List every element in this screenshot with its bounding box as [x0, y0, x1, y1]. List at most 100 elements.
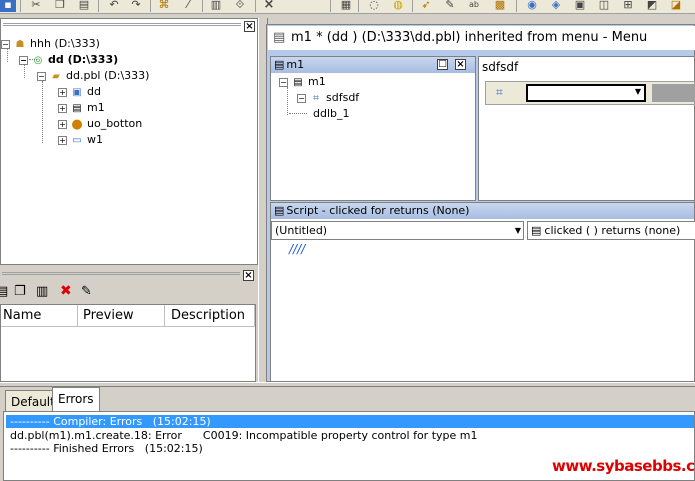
- library-icon: ▰: [52, 70, 60, 82]
- tab-errors[interactable]: Errors: [52, 387, 100, 412]
- list-toolbar: ▤ ❐ ▥ ✖ ✎: [0, 282, 110, 302]
- debug-icon[interactable]: ✎: [442, 0, 458, 12]
- window-icon: ▭: [72, 134, 82, 146]
- tree-node-label: uo_botton: [87, 117, 143, 130]
- script-editor[interactable]: ////: [289, 242, 305, 256]
- app-icon[interactable]: ◩: [644, 0, 660, 12]
- menu-item-root[interactable]: − ▤ m1: [279, 74, 326, 90]
- tree-node-workspace[interactable]: − ☗ hhh (D:\333): [1, 36, 100, 52]
- menu-tree-pane: ▤ m1 □ × − ▤ m1 − ⌗ sdfsdf ddlb_1: [270, 56, 476, 201]
- copy-icon[interactable]: ❐: [52, 0, 68, 12]
- expand-icon[interactable]: +: [58, 87, 67, 97]
- collapse-icon[interactable]: −: [297, 93, 306, 103]
- collapse-icon[interactable]: −: [19, 55, 28, 65]
- output-pane: Default Errors ---------- Compiler: Erro…: [0, 387, 695, 481]
- close-icon[interactable]: ×: [261, 0, 277, 12]
- menu-item-icon: ⌗: [313, 92, 319, 104]
- painter-title-text: m1 * (dd ) (D:\333\dd.pbl) inherited fro…: [291, 30, 648, 45]
- menu-icon: ▤: [273, 30, 286, 45]
- chevron-down-icon: ▼: [634, 87, 641, 96]
- menu-item-ddlb[interactable]: ddlb_1: [313, 106, 350, 122]
- script-pane: ▤ Script - clicked for returns (None) (Un…: [270, 202, 695, 382]
- menu-item-sdfsdf[interactable]: − ⌗ sdfsdf: [297, 90, 359, 106]
- browser-icon[interactable]: ⟐: [232, 0, 248, 12]
- user-object-icon: ●: [71, 116, 83, 132]
- tree-node-w1[interactable]: + ▭ w1: [58, 132, 103, 148]
- profile-icon[interactable]: ▣: [572, 0, 588, 12]
- paste-icon[interactable]: ▤: [76, 0, 92, 12]
- collapse-icon[interactable]: −: [279, 77, 288, 87]
- uncomment-icon[interactable]: ◍: [390, 0, 406, 12]
- script-icon[interactable]: ▥: [208, 0, 224, 12]
- new-icon[interactable]: ▤: [0, 284, 8, 299]
- painter-title: ▤ m1 * (dd ) (D:\333\dd.pbl) inherited fr…: [268, 26, 695, 50]
- tree-node-label: hhh (D:\333): [30, 37, 100, 50]
- copy-icon[interactable]: ❐: [14, 284, 26, 299]
- menu-icon: ▤: [274, 58, 285, 71]
- menu-preview-pane: sdfsdf ⌗ ▼: [478, 56, 695, 201]
- tree-node-label: m1: [87, 101, 105, 114]
- clip-list: Name Preview Description: [0, 304, 256, 382]
- undo-icon[interactable]: ↶: [106, 0, 122, 12]
- output-line[interactable]: dd.pbl(m1).m1.create.18: Error C0019: In…: [10, 429, 478, 442]
- maximize-icon[interactable]: □: [437, 59, 448, 70]
- tree-node-label: dd (D:\333): [48, 53, 119, 66]
- redo-icon[interactable]: ↷: [128, 0, 144, 12]
- workspace-icon: ☗: [15, 38, 25, 50]
- tree-node-label: dd.pbl (D:\333): [66, 69, 150, 82]
- window-icon[interactable]: ◪: [668, 0, 684, 12]
- cut-icon[interactable]: ✂: [28, 0, 44, 12]
- column-header-description[interactable]: Description: [165, 305, 255, 327]
- edit-icon[interactable]: ▥: [36, 284, 48, 299]
- expand-icon[interactable]: +: [58, 119, 67, 129]
- tree-node-uo-botton[interactable]: + ● uo_botton: [58, 116, 142, 132]
- column-header-preview[interactable]: Preview: [78, 305, 165, 327]
- preview-toolbar: ⌗ ▼: [485, 81, 695, 105]
- object-select[interactable]: (Untitled) ▼: [271, 221, 524, 240]
- tree-node-m1[interactable]: + ▤ m1: [58, 100, 105, 116]
- tree-node-library[interactable]: − ▰ dd.pbl (D:\333): [37, 68, 149, 84]
- event-icon: ▤: [531, 224, 542, 237]
- output-line[interactable]: ---------- Compiler: Errors (15:02:15): [10, 415, 211, 428]
- collapse-icon[interactable]: −: [1, 39, 10, 49]
- tree-node-label: w1: [87, 133, 103, 146]
- db-icon[interactable]: ◫: [596, 0, 612, 12]
- target-icon: ◎: [33, 54, 43, 66]
- grid-icon[interactable]: ▦: [338, 0, 354, 12]
- menu-icon: ▤: [72, 102, 82, 114]
- toolbar: ▪ ✂ ❐ ▤ ↶ ↷ ⌘ ⁄ ▥ ⟐ × ▦ ◌ ◍ ➶ ✎ ab ▩ ◉ ◈…: [0, 0, 695, 14]
- pipe-icon[interactable]: ⊞: [620, 0, 636, 12]
- tree-node-label: dd: [87, 85, 101, 98]
- event-select[interactable]: ▤ clicked ( ) returns (none): [527, 221, 695, 240]
- script-icon: ▤: [274, 204, 285, 217]
- menu-icon: ▤: [293, 76, 303, 88]
- delete-icon[interactable]: ✖: [60, 283, 72, 299]
- comment-icon[interactable]: ◌: [366, 0, 382, 12]
- application-icon: ▣: [72, 86, 82, 98]
- close-icon[interactable]: ×: [455, 59, 466, 70]
- preview-title: sdfsdf: [482, 60, 519, 74]
- collapse-icon[interactable]: −: [37, 71, 46, 81]
- menu-item-icon: ⌗: [496, 85, 503, 99]
- find-icon[interactable]: ⌘: [156, 0, 172, 12]
- expand-icon[interactable]: +: [58, 103, 67, 113]
- system-tree-pane: × − ☗ hhh (D:\333) − ◎ dd (D:\333) − ▰ dd.pbl …: [0, 18, 258, 265]
- clear-icon[interactable]: ⁄: [180, 0, 196, 12]
- library-icon[interactable]: ▩: [492, 0, 508, 12]
- tree-node-target[interactable]: − ◎ dd (D:\333): [19, 52, 118, 68]
- close-icon[interactable]: ×: [244, 21, 255, 32]
- output-line[interactable]: ---------- Finished Errors (15:02:15): [10, 442, 203, 455]
- build-icon[interactable]: ◉: [524, 0, 540, 12]
- sort-icon[interactable]: ab: [466, 0, 482, 12]
- properties-icon[interactable]: ✎: [81, 284, 92, 299]
- run-icon[interactable]: ➶: [418, 0, 434, 12]
- watermark: www.sybasebbs.com: [552, 457, 695, 475]
- close-icon[interactable]: ×: [243, 270, 254, 281]
- preview-dropdown[interactable]: ▼: [526, 84, 646, 102]
- deploy-icon[interactable]: ◈: [548, 0, 564, 12]
- column-header-name[interactable]: Name: [1, 305, 78, 327]
- expand-icon[interactable]: +: [58, 135, 67, 145]
- save-icon[interactable]: ▪: [0, 0, 16, 12]
- tree-node-dd[interactable]: + ▣ dd: [58, 84, 101, 100]
- script-title: ▤ Script - clicked for returns (None): [271, 203, 694, 219]
